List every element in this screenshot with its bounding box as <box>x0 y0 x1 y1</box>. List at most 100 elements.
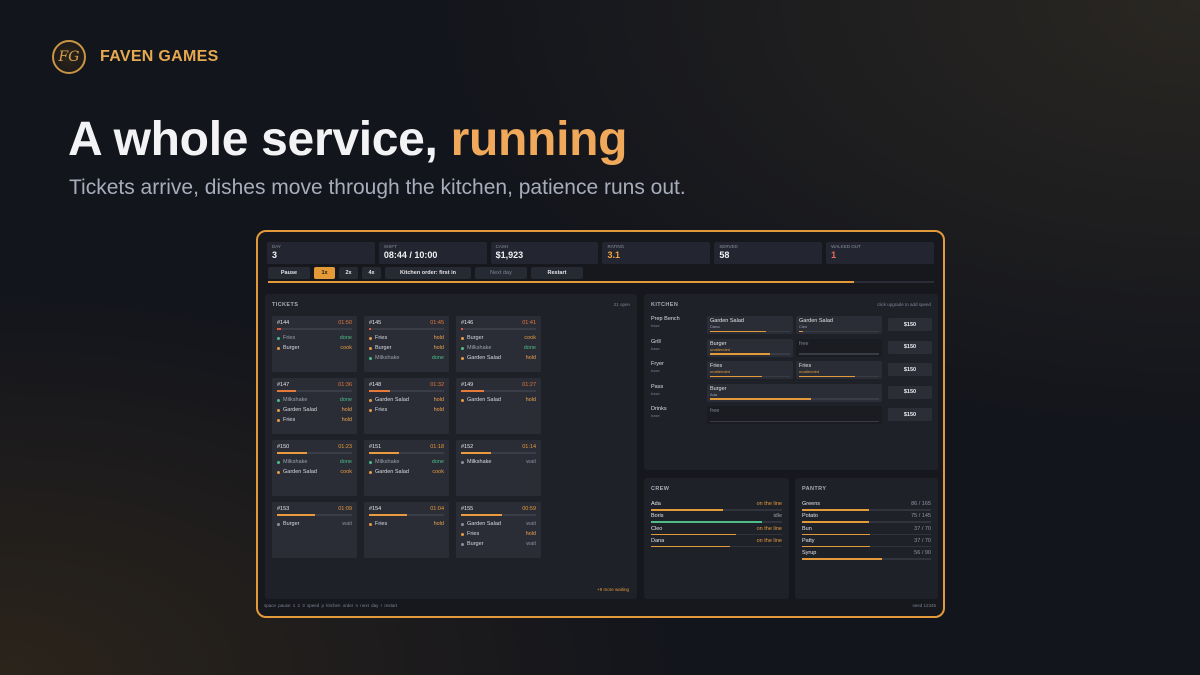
status-dot-icon <box>461 356 464 360</box>
ticket-card[interactable]: #146 01:41 Burger cook Milkshake done Garden S… <box>456 316 541 372</box>
crew-row-top: Ada on the line <box>651 501 782 507</box>
crew-member[interactable]: Cleo on the line <box>651 526 782 538</box>
item-status: wait <box>526 541 536 547</box>
speed-2x-button[interactable]: 2x <box>339 267 358 279</box>
crew-member[interactable]: Dana on the line <box>651 538 782 550</box>
ticket-item: Milkshake wait <box>461 457 536 467</box>
next-day-button[interactable]: Next day <box>475 267 527 279</box>
ticket-timer: 01:36 <box>338 382 352 388</box>
station-tier: base <box>651 368 660 373</box>
item-name: Fries <box>283 417 296 423</box>
station-row: Grill base Burger unattended free $150 <box>651 338 932 359</box>
slot-progress-fill <box>710 398 812 400</box>
brand-logo: FG <box>52 40 86 74</box>
speed-1x-button[interactable]: 1x <box>314 267 335 279</box>
station-tier: base <box>651 345 660 351</box>
station-slot[interactable]: free <box>707 406 882 424</box>
ticket-item: Fries hold <box>369 405 444 415</box>
ticket-card[interactable]: #149 01:27 Garden Salad hold <box>456 378 541 434</box>
item-status: done <box>339 397 352 403</box>
ticket-items: Milkshake wait <box>461 457 536 467</box>
ticket-card[interactable]: #150 01:23 Milkshake done Garden Salad cook <box>272 440 357 496</box>
crew-member[interactable]: Boris idle <box>651 513 782 525</box>
slot-progress-fill <box>710 330 766 332</box>
crew-row-top: Cleo on the line <box>651 526 782 532</box>
ticket-id: #147 <box>277 382 290 388</box>
ticket-item: Garden Salad cook <box>369 467 444 477</box>
item-status: hold <box>433 345 444 351</box>
ticket-patience-fill <box>369 514 407 516</box>
ticket-item: Burger cook <box>277 343 352 353</box>
status-dot-icon <box>277 336 280 340</box>
station-slot[interactable]: Burger Ada <box>707 383 882 402</box>
ticket-header: #152 01:14 <box>461 444 536 450</box>
slot-progress-bar <box>710 330 790 332</box>
pantry-stock-fill <box>802 521 870 523</box>
station-slot[interactable]: free <box>796 338 882 357</box>
pantry-stock-fill <box>802 558 882 560</box>
station-name: Drinks <box>651 406 667 412</box>
pause-button[interactable]: Pause <box>268 267 310 279</box>
station-slot[interactable]: Burger unattended <box>707 338 793 357</box>
kitchen-order-button[interactable]: Kitchen order: first in <box>385 267 471 279</box>
pantry-name: Syrup <box>802 550 817 557</box>
crew-member[interactable]: Ada on the line <box>651 501 782 513</box>
pantry-count: 75 / 145 <box>911 513 931 520</box>
speed-4x-button[interactable]: 4x <box>362 267 381 279</box>
ticket-id: #152 <box>461 444 474 450</box>
ticket-timer: 01:18 <box>430 444 444 450</box>
item-name: Fries <box>375 521 388 527</box>
status-dot-icon <box>461 346 464 350</box>
ticket-card[interactable]: #148 01:32 Garden Salad hold Fries hold <box>364 378 449 434</box>
station-slot[interactable]: Garden Salad Dana <box>707 316 793 334</box>
pantry-name: Bun <box>802 525 812 532</box>
upgrade-button[interactable]: $150 <box>888 340 932 354</box>
ticket-timer: 01:09 <box>338 506 352 512</box>
item-status: wait <box>342 521 352 527</box>
upgrade-button[interactable]: $150 <box>888 318 932 331</box>
ticket-card[interactable]: #144 01:50 Fries done Burger cook <box>272 316 357 372</box>
slot-progress-bar <box>710 398 879 400</box>
ticket-card[interactable]: #151 01:18 Milkshake done Garden Salad cook <box>364 440 449 496</box>
item-name: Burger <box>467 541 484 547</box>
ticket-card[interactable]: #152 01:14 Milkshake wait <box>456 440 541 496</box>
ticket-card[interactable]: #153 01:09 Burger wait <box>272 502 357 558</box>
pantry-item: Patty 37 / 70 <box>802 538 931 550</box>
ticket-card[interactable]: #145 01:45 Fries hold Burger hold Milkshake don… <box>364 316 449 372</box>
ticket-item: Burger cook <box>461 333 536 343</box>
crew-name: Cleo <box>651 525 663 532</box>
shift-progress-bar <box>268 281 934 283</box>
ticket-id: #144 <box>277 320 290 326</box>
item-name: Garden Salad <box>283 407 317 413</box>
pantry-count: 37 / 70 <box>914 537 931 544</box>
item-status: wait <box>526 459 536 465</box>
station-slot[interactable]: Fries unattended <box>707 361 793 379</box>
station-slot[interactable]: Fries unattended <box>796 361 882 379</box>
ticket-header: #144 01:50 <box>277 320 352 326</box>
ticket-patience-bar <box>369 390 444 392</box>
seed-label: seed 12345 <box>912 603 936 608</box>
station-slot[interactable]: Garden Salad Cleo <box>796 316 882 334</box>
crew-title: CREW <box>651 486 670 492</box>
restart-button[interactable]: Restart <box>531 267 583 279</box>
ticket-header: #151 01:18 <box>369 444 444 450</box>
ticket-patience-bar <box>461 390 536 392</box>
upgrade-button[interactable]: $150 <box>888 408 932 421</box>
ticket-items: Milkshake done Garden Salad cook <box>369 457 444 477</box>
item-status: hold <box>433 521 444 527</box>
ticket-item: Garden Salad hold <box>369 395 444 405</box>
pantry-stock-fill <box>802 533 871 536</box>
ticket-card[interactable]: #155 00:59 Garden Salad wait Fries hold Burger… <box>456 502 541 558</box>
ticket-card[interactable]: #154 01:04 Fries hold <box>364 502 449 558</box>
crew-status: on the line <box>756 501 782 507</box>
upgrade-button[interactable]: $150 <box>888 385 932 399</box>
upgrade-button[interactable]: $150 <box>888 363 932 376</box>
ticket-card[interactable]: #147 01:36 Milkshake done Garden Salad hold Fr… <box>272 378 357 434</box>
station-label: Fryer base <box>651 361 707 373</box>
item-status: hold <box>433 397 444 403</box>
item-name: Burger <box>283 521 300 527</box>
status-dot-icon <box>461 398 464 402</box>
more-waiting-link[interactable]: +9 more waiting <box>597 587 629 592</box>
stat-served: SERVED 58 <box>714 242 823 264</box>
pantry-stock-bar <box>802 521 931 523</box>
